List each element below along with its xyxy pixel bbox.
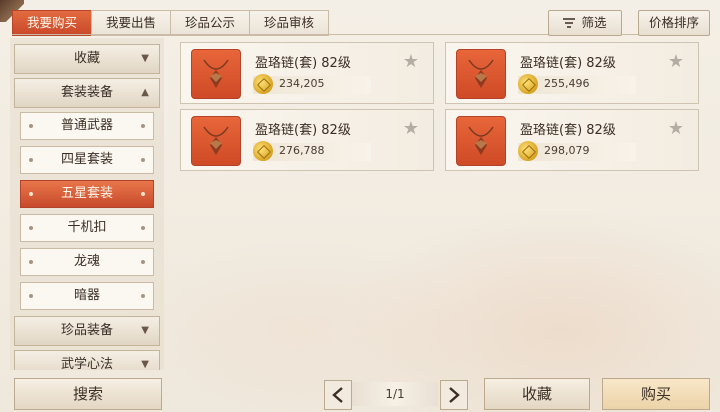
item-name: 盈珞链(套) 82级 bbox=[520, 123, 616, 138]
coin-icon bbox=[253, 74, 273, 94]
sidebar-item-label: 暗器 bbox=[73, 288, 100, 303]
dot-icon bbox=[29, 294, 33, 298]
tab-buy[interactable]: 我要购买 bbox=[12, 10, 92, 36]
sidebar-item-label: 龙魂 bbox=[73, 254, 100, 269]
filter-button[interactable]: 筛选 bbox=[548, 10, 622, 36]
dot-icon bbox=[141, 158, 145, 162]
price-bar: 255,496 bbox=[518, 74, 636, 94]
tab-sell[interactable]: 我要出售 bbox=[91, 10, 171, 36]
chevron-up-icon: ▲ bbox=[141, 87, 149, 98]
sidebar-item-five-star-set[interactable]: 五星套装 bbox=[20, 180, 154, 208]
coin-icon bbox=[518, 74, 538, 94]
dot-icon bbox=[29, 192, 33, 196]
next-page-button[interactable] bbox=[440, 380, 468, 410]
chevron-right-icon bbox=[449, 387, 460, 403]
sidebar-item-dragon-soul[interactable]: 龙魂 bbox=[20, 248, 154, 276]
dot-icon bbox=[29, 226, 33, 230]
chevron-down-icon: ▼ bbox=[141, 359, 149, 370]
filter-icon bbox=[563, 12, 576, 36]
coin-icon bbox=[253, 141, 273, 161]
sidebar-item-normal-weapon[interactable]: 普通武器 bbox=[20, 112, 154, 140]
listing-card[interactable]: 盈珞链(套) 82级 255,496 ★ bbox=[445, 42, 699, 104]
item-name: 盈珞链(套) 82级 bbox=[255, 123, 351, 138]
item-price: 255,496 bbox=[544, 77, 590, 90]
dot-icon bbox=[141, 226, 145, 230]
page-indicator: 1/1 bbox=[352, 382, 438, 406]
item-price: 276,788 bbox=[279, 144, 325, 157]
listing-card[interactable]: 盈珞链(套) 82级 234,205 ★ bbox=[180, 42, 434, 104]
category-favorites[interactable]: 收藏 ▼ bbox=[14, 44, 160, 74]
category-label: 武学心法 bbox=[60, 357, 113, 370]
prev-page-button[interactable] bbox=[324, 380, 352, 410]
buy-button[interactable]: 购买 bbox=[602, 378, 710, 410]
sidebar-item-label: 普通武器 bbox=[60, 118, 113, 133]
item-price: 234,205 bbox=[279, 77, 325, 90]
star-icon[interactable]: ★ bbox=[668, 51, 684, 72]
star-icon[interactable]: ★ bbox=[403, 51, 419, 72]
coin-icon bbox=[518, 141, 538, 161]
sidebar-item-label: 千机扣 bbox=[67, 220, 107, 235]
listing-card[interactable]: 盈珞链(套) 82级 276,788 ★ bbox=[180, 109, 434, 171]
item-price: 298,079 bbox=[544, 144, 590, 157]
chevron-down-icon: ▼ bbox=[141, 325, 149, 336]
price-bar: 234,205 bbox=[253, 74, 371, 94]
sidebar-item-qianjikou[interactable]: 千机扣 bbox=[20, 214, 154, 242]
category-sidebar: 收藏 ▼ 套装装备 ▲ 普通武器 四星套装 五星套装 千机扣 龙魂 暗器 珍品装… bbox=[10, 38, 164, 370]
sidebar-item-hidden-weapon[interactable]: 暗器 bbox=[20, 282, 154, 310]
dot-icon bbox=[141, 260, 145, 264]
dot-icon bbox=[29, 158, 33, 162]
market-tabs: 我要购买 我要出售 珍品公示 珍品审核 bbox=[12, 10, 330, 36]
search-button[interactable]: 搜索 bbox=[14, 378, 162, 410]
favorite-button[interactable]: 收藏 bbox=[484, 378, 590, 410]
item-name: 盈珞链(套) 82级 bbox=[255, 56, 351, 71]
category-treasure-equipment[interactable]: 珍品装备 ▼ bbox=[14, 316, 160, 346]
dot-icon bbox=[141, 192, 145, 196]
item-name: 盈珞链(套) 82级 bbox=[520, 56, 616, 71]
chevron-down-icon: ▼ bbox=[141, 53, 149, 64]
category-label: 收藏 bbox=[73, 51, 100, 66]
dot-icon bbox=[29, 260, 33, 264]
chevron-left-icon bbox=[332, 387, 343, 403]
category-label: 珍品装备 bbox=[60, 323, 113, 338]
tab-treasure-review[interactable]: 珍品审核 bbox=[249, 10, 330, 36]
necklace-icon bbox=[456, 116, 506, 166]
dot-icon bbox=[141, 124, 145, 128]
category-set-equipment[interactable]: 套装装备 ▲ bbox=[14, 78, 160, 108]
necklace-icon bbox=[456, 49, 506, 99]
filter-label: 筛选 bbox=[581, 15, 607, 30]
listing-card[interactable]: 盈珞链(套) 82级 298,079 ★ bbox=[445, 109, 699, 171]
dot-icon bbox=[141, 294, 145, 298]
sidebar-item-four-star-set[interactable]: 四星套装 bbox=[20, 146, 154, 174]
star-icon[interactable]: ★ bbox=[403, 118, 419, 139]
sort-by-price-button[interactable]: 价格排序 bbox=[638, 10, 710, 36]
sidebar-item-label: 四星套装 bbox=[60, 152, 113, 167]
necklace-icon bbox=[191, 116, 241, 166]
star-icon[interactable]: ★ bbox=[668, 118, 684, 139]
dot-icon bbox=[29, 124, 33, 128]
necklace-icon bbox=[191, 49, 241, 99]
price-bar: 298,079 bbox=[518, 141, 636, 161]
tab-treasure-public[interactable]: 珍品公示 bbox=[170, 10, 250, 36]
category-martial-arts[interactable]: 武学心法 ▼ bbox=[14, 350, 160, 370]
price-bar: 276,788 bbox=[253, 141, 371, 161]
sidebar-item-label: 五星套装 bbox=[60, 186, 113, 201]
category-label: 套装装备 bbox=[60, 85, 113, 100]
